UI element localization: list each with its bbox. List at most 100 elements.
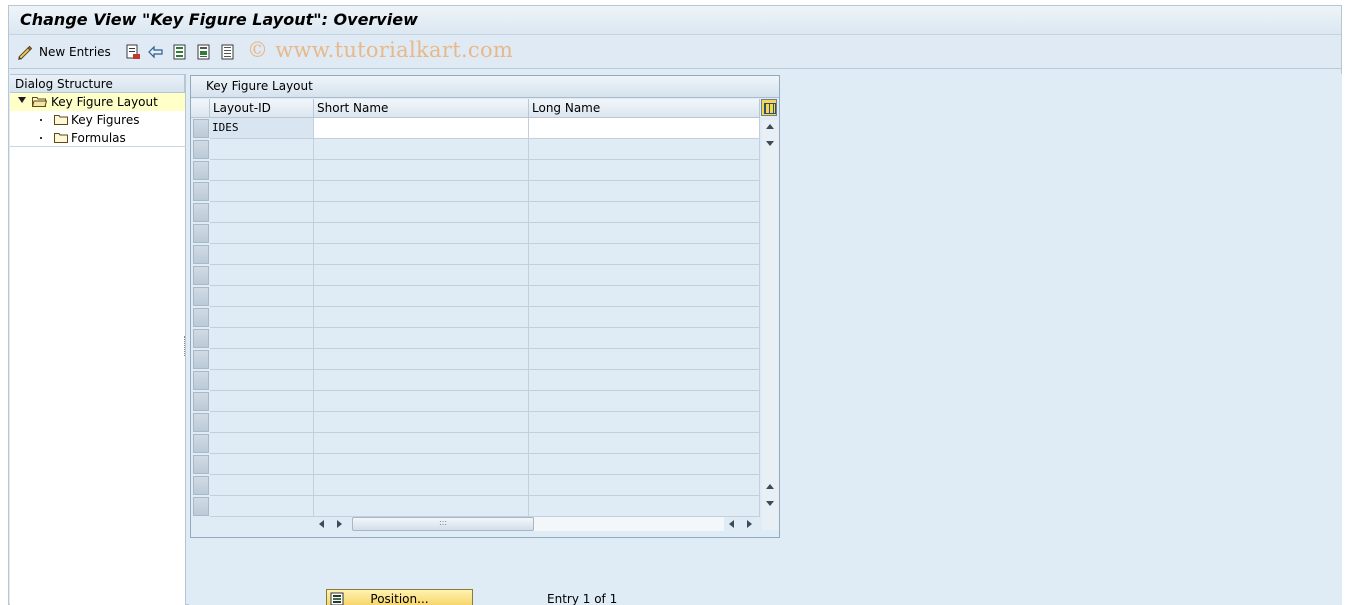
scroll-left-arrow-icon[interactable] — [319, 520, 324, 528]
tree-item-label: Key Figures — [71, 113, 140, 127]
table-cell-layout-id — [210, 391, 314, 412]
panel-splitter-handle[interactable] — [184, 336, 186, 356]
select-all-rows-cell[interactable] — [191, 99, 210, 118]
position-button-label: Position... — [370, 592, 429, 605]
application-toolbar: New Entries © www.tutorialkart.com — [9, 35, 1341, 69]
vertical-scrollbar[interactable] — [762, 120, 779, 530]
horizontal-scroll-track[interactable] — [534, 517, 724, 531]
row-selector[interactable] — [193, 455, 209, 474]
table-cell-layout-id[interactable]: IDES — [210, 118, 314, 139]
row-selector[interactable] — [193, 140, 209, 159]
scroll-down-arrow-icon[interactable] — [766, 501, 774, 506]
row-selector[interactable] — [193, 308, 209, 327]
table-cell-short-name — [314, 328, 529, 349]
table-cell-short-name — [314, 286, 529, 307]
table-cell-layout-id — [210, 349, 314, 370]
row-selector[interactable] — [193, 329, 209, 348]
table-cell-layout-id — [210, 307, 314, 328]
table-cell-layout-id — [210, 370, 314, 391]
bullet-icon — [40, 137, 42, 139]
column-header-long-name[interactable]: Long Name — [529, 99, 760, 118]
scroll-right-arrow-icon[interactable] — [337, 520, 342, 528]
copy-as-button[interactable] — [125, 43, 141, 61]
table-cell-long-name — [529, 139, 760, 160]
row-selector[interactable] — [193, 392, 209, 411]
table-cell-layout-id — [210, 328, 314, 349]
tree-item-label: Key Figure Layout — [51, 95, 158, 109]
deselect-all-button[interactable] — [220, 43, 236, 61]
row-selector[interactable] — [193, 476, 209, 495]
table-cell-layout-id — [210, 139, 314, 160]
horizontal-scroll-thumb[interactable]: ::: — [352, 517, 534, 531]
scroll-left-arrow-icon[interactable] — [729, 520, 734, 528]
row-selector[interactable] — [193, 119, 209, 138]
table-cell-layout-id — [210, 454, 314, 475]
table-cell-long-name — [529, 265, 760, 286]
undo-change-button[interactable] — [148, 43, 164, 61]
tree-item-key-figure-layout[interactable]: Key Figure Layout — [10, 93, 185, 111]
page-up-arrow-icon[interactable] — [766, 484, 774, 489]
select-all-button[interactable] — [172, 43, 188, 61]
deselect-all-icon — [221, 44, 234, 60]
new-entries-button[interactable]: New Entries — [17, 43, 111, 61]
table-cell-short-name — [314, 307, 529, 328]
table-cell-short-name — [314, 349, 529, 370]
row-selector[interactable] — [193, 245, 209, 264]
table-cell-long-name — [529, 433, 760, 454]
column-settings-icon[interactable] — [761, 99, 777, 116]
row-selector[interactable] — [193, 266, 209, 285]
table-cell-short-name — [314, 475, 529, 496]
row-selector[interactable] — [193, 161, 209, 180]
table-cell-long-name — [529, 160, 760, 181]
watermark-text: © www.tutorialkart.com — [247, 38, 514, 62]
position-button[interactable]: Position... — [326, 589, 473, 605]
table-cell-long-name — [529, 496, 760, 517]
select-all-icon — [173, 44, 186, 60]
table-cell-long-name — [529, 286, 760, 307]
row-selector[interactable] — [193, 287, 209, 306]
column-header-layout-id[interactable]: Layout-ID — [210, 99, 314, 118]
table-cell-layout-id — [210, 475, 314, 496]
row-selector[interactable] — [193, 224, 209, 243]
tree-item-formulas[interactable]: Formulas — [10, 129, 185, 147]
select-block-button[interactable] — [196, 43, 212, 61]
row-selector[interactable] — [193, 413, 209, 432]
row-selector[interactable] — [193, 203, 209, 222]
dialog-structure-header: Dialog Structure — [10, 74, 185, 93]
page-down-arrow-icon[interactable] — [766, 141, 774, 146]
folder-icon — [54, 115, 68, 125]
row-selector[interactable] — [193, 182, 209, 201]
row-selector[interactable] — [193, 371, 209, 390]
table-cell-long-name — [529, 370, 760, 391]
bullet-icon — [40, 119, 42, 121]
table-cell-short-name[interactable] — [314, 118, 529, 139]
table-cell-long-name — [529, 475, 760, 496]
table-cell-short-name — [314, 244, 529, 265]
table-cell-layout-id — [210, 202, 314, 223]
table-title: Key Figure Layout — [191, 76, 779, 98]
row-selector[interactable] — [193, 434, 209, 453]
entry-count-text: Entry 1 of 1 — [547, 592, 618, 605]
scroll-right-arrow-icon[interactable] — [747, 520, 752, 528]
table-cell-layout-id — [210, 286, 314, 307]
table-cell-layout-id — [210, 181, 314, 202]
main-content: Key Figure Layout Layout-ID Short Name L… — [189, 74, 1342, 605]
sap-window: Change View "Key Figure Layout": Overvie… — [8, 5, 1342, 605]
expand-arrow-icon[interactable] — [18, 97, 26, 103]
table-cell-short-name — [314, 265, 529, 286]
table-cell-layout-id — [210, 160, 314, 181]
undo-change-icon — [148, 45, 163, 59]
row-selector[interactable] — [193, 497, 209, 516]
table-cell-long-name — [529, 328, 760, 349]
table-cell-long-name — [529, 349, 760, 370]
scroll-up-arrow-icon[interactable] — [766, 124, 774, 129]
table-cell-layout-id — [210, 244, 314, 265]
dialog-structure-panel: Dialog Structure Key Figure Layout Key F… — [10, 74, 186, 605]
row-selector[interactable] — [193, 350, 209, 369]
table-cell-short-name — [314, 160, 529, 181]
column-header-short-name[interactable]: Short Name — [314, 99, 529, 118]
table-cell-long-name[interactable] — [529, 118, 760, 139]
tree-item-key-figures[interactable]: Key Figures — [10, 111, 185, 129]
table-cell-long-name — [529, 307, 760, 328]
folder-icon — [54, 133, 68, 143]
